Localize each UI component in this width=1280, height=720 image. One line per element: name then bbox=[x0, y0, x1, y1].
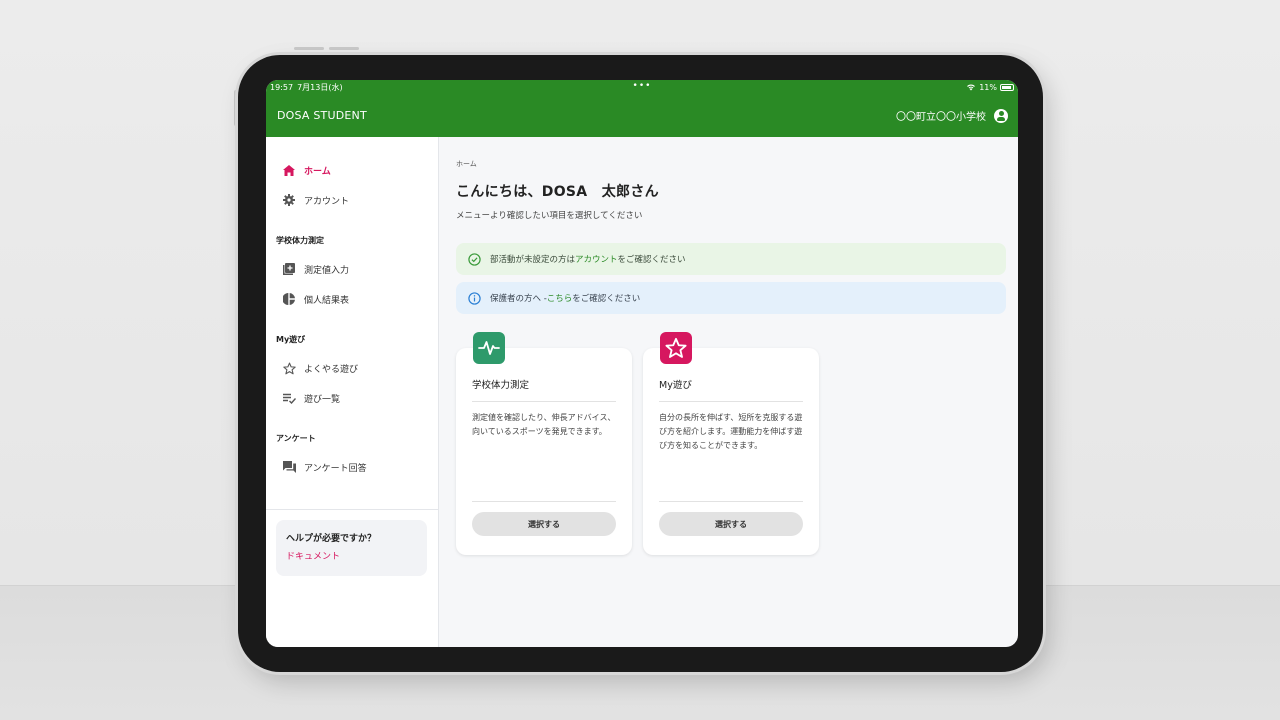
sidebar-item-label: よくやる遊び bbox=[304, 364, 359, 375]
card-description: 自分の長所を伸ばす、短所を克服する遊び方を紹介します。運動能力を伸ばす遊び方を知… bbox=[659, 413, 803, 450]
sidebar-item-account[interactable]: アカウント bbox=[266, 185, 438, 215]
page-subtitle: メニューより確認したい項目を選択してください bbox=[456, 211, 643, 221]
feature-cards: 学校体力測定 測定値を確認したり、伸長アドバイス、向いているスポーツを発見できま… bbox=[456, 332, 1018, 555]
documentation-link[interactable]: ドキュメント bbox=[286, 549, 417, 562]
sidebar-item-favorite-play[interactable]: よくやる遊び bbox=[266, 353, 438, 383]
tablet-frame: 19:57 7月13日(水) ••• 11% DOSA STUDENT 〇〇町立… bbox=[238, 55, 1043, 672]
forum-icon bbox=[282, 460, 296, 474]
check-circle-icon bbox=[468, 252, 481, 266]
status-date: 7月13日(水) bbox=[297, 82, 343, 92]
sidebar-item-label: アカウント bbox=[304, 196, 350, 207]
card-divider bbox=[659, 501, 803, 502]
sidebar-item-label: 遊び一覧 bbox=[304, 394, 341, 405]
sidebar-item-label: 個人結果表 bbox=[304, 295, 350, 306]
multitask-dots[interactable]: ••• bbox=[633, 81, 652, 91]
page-title: こんにちは、DOSA 太郎さん bbox=[456, 184, 659, 200]
wifi-icon bbox=[967, 84, 976, 91]
alert-text: 保護者の方へ - bbox=[490, 294, 547, 304]
account-link[interactable]: アカウント bbox=[575, 253, 618, 265]
alert-text: をご確認ください bbox=[617, 255, 686, 265]
card-description: 測定値を確認したり、伸長アドバイス、向いているスポーツを発見できます。 bbox=[472, 413, 616, 436]
home-icon bbox=[282, 163, 296, 177]
info-icon bbox=[468, 291, 481, 305]
card-divider bbox=[472, 501, 616, 502]
breadcrumb[interactable]: ホーム bbox=[456, 159, 1018, 169]
school-name: 〇〇町立〇〇小学校 bbox=[896, 112, 986, 123]
pie-chart-icon bbox=[282, 292, 296, 306]
section-label-survey: アンケート bbox=[276, 434, 316, 443]
hardware-button bbox=[294, 47, 324, 50]
alert-text: 部活動が未設定の方は bbox=[490, 255, 576, 265]
sidebar: ホーム アカウント 学校体力測定 測定値入力 個人結果表 My遊び よくやる遊び… bbox=[266, 137, 439, 647]
gear-icon bbox=[282, 193, 296, 207]
star-icon bbox=[660, 332, 692, 364]
add-box-icon bbox=[282, 262, 296, 276]
select-button[interactable]: 選択する bbox=[659, 512, 803, 536]
sidebar-item-survey-answer[interactable]: アンケート回答 bbox=[266, 452, 438, 482]
battery-icon bbox=[1000, 83, 1014, 91]
alert-success: 部活動が未設定の方は アカウント をご確認ください bbox=[456, 243, 1006, 275]
sidebar-item-personal-results[interactable]: 個人結果表 bbox=[266, 284, 438, 314]
sidebar-item-play-list[interactable]: 遊び一覧 bbox=[266, 383, 438, 413]
status-time: 19:57 bbox=[270, 82, 294, 92]
sidebar-item-measure-input[interactable]: 測定値入力 bbox=[266, 254, 438, 284]
playlist-check-icon bbox=[282, 391, 296, 405]
star-outline-icon bbox=[282, 361, 296, 375]
pulse-icon bbox=[473, 332, 505, 364]
account-circle-icon[interactable] bbox=[994, 108, 1008, 123]
hardware-button bbox=[329, 47, 359, 50]
help-question: ヘルプが必要ですか？ bbox=[286, 534, 377, 544]
status-bar: 19:57 7月13日(水) ••• 11% bbox=[266, 80, 1018, 94]
battery-percent: 11% bbox=[979, 82, 997, 92]
sidebar-item-label: アンケート回答 bbox=[304, 463, 367, 474]
card-fitness-test: 学校体力測定 測定値を確認したり、伸長アドバイス、向いているスポーツを発見できま… bbox=[456, 332, 632, 555]
guardian-link[interactable]: こちら bbox=[547, 292, 573, 304]
tablet-screen: 19:57 7月13日(水) ••• 11% DOSA STUDENT 〇〇町立… bbox=[266, 80, 1018, 647]
section-label-fitness: 学校体力測定 bbox=[276, 236, 324, 245]
app-body: ホーム アカウント 学校体力測定 測定値入力 個人結果表 My遊び よくやる遊び… bbox=[266, 137, 1018, 647]
app-title[interactable]: DOSA STUDENT bbox=[277, 109, 367, 122]
card-my-play: My遊び 自分の長所を伸ばす、短所を克服する遊び方を紹介します。運動能力を伸ばす… bbox=[643, 332, 819, 555]
sidebar-item-home[interactable]: ホーム bbox=[266, 155, 438, 185]
select-button[interactable]: 選択する bbox=[472, 512, 616, 536]
sidebar-item-label: ホーム bbox=[304, 166, 331, 177]
status-right: 11% bbox=[966, 83, 1014, 92]
main-content: ホーム こんにちは、DOSA 太郎さん メニューより確認したい項目を選択してくだ… bbox=[439, 137, 1018, 647]
alert-info: 保護者の方へ - こちら をご確認ください bbox=[456, 282, 1006, 314]
sidebar-divider bbox=[266, 509, 438, 510]
section-label-play: My遊び bbox=[276, 335, 306, 344]
app-bar: DOSA STUDENT 〇〇町立〇〇小学校 bbox=[266, 94, 1018, 137]
help-card: ヘルプが必要ですか？ ドキュメント bbox=[276, 520, 427, 576]
alert-text: をご確認ください bbox=[572, 294, 641, 304]
sidebar-item-label: 測定値入力 bbox=[304, 265, 350, 276]
